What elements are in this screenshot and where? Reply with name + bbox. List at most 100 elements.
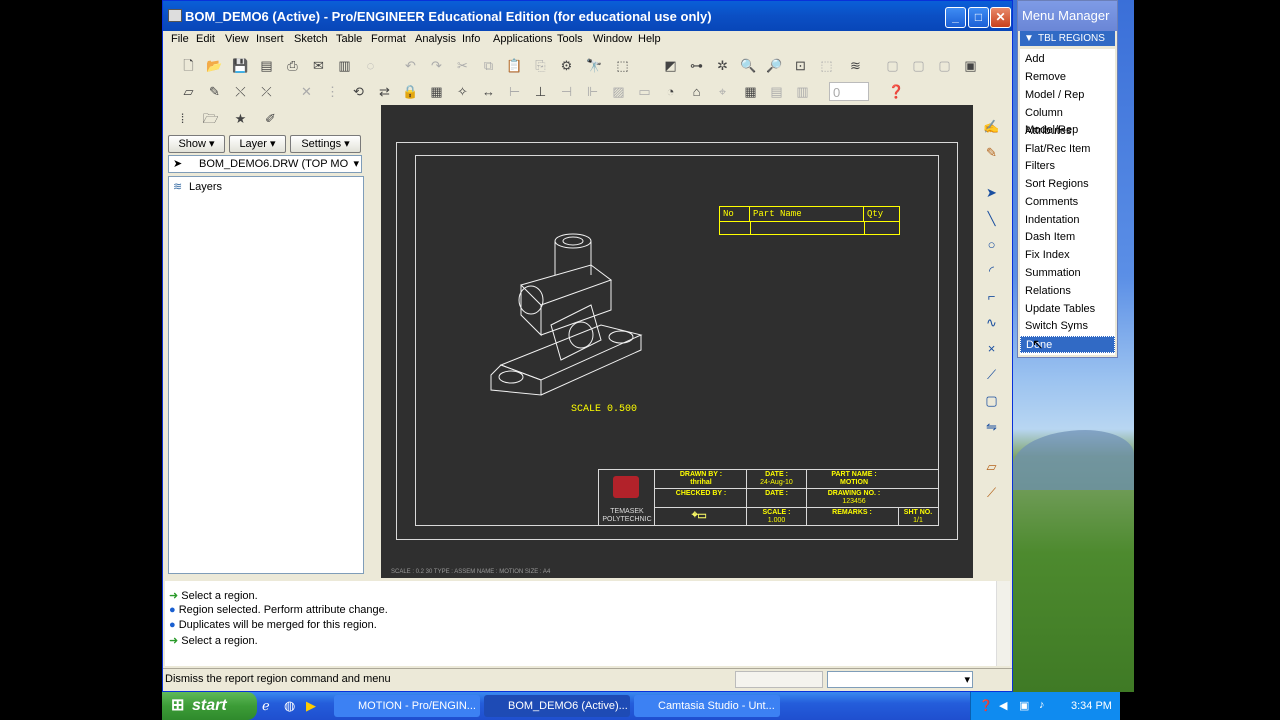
favorites-tab-icon[interactable]: ★ bbox=[231, 109, 250, 128]
select-arrow-icon[interactable]: ➤ bbox=[982, 183, 1001, 202]
select-box-icon[interactable]: ⬚ bbox=[613, 56, 632, 75]
spline-tool-icon[interactable]: ∿ bbox=[982, 313, 1001, 332]
view-scale-note[interactable]: SCALE 0.500 bbox=[571, 404, 637, 415]
mm-item-indentation[interactable]: Indentation bbox=[1020, 212, 1115, 229]
model-tree-tab-icon[interactable]: ⁞ bbox=[173, 109, 192, 128]
mm-item-model-rep[interactable]: Model / Rep bbox=[1020, 87, 1115, 104]
sketch-tools-icon[interactable]: ✍ bbox=[982, 117, 1001, 136]
maximize-button[interactable]: □ bbox=[968, 7, 989, 28]
construction-line-icon[interactable]: ⟋ bbox=[982, 483, 1001, 502]
mm-item-dash-item[interactable]: Dash Item bbox=[1020, 229, 1115, 246]
draft-line-icon[interactable]: ⏥ bbox=[179, 82, 198, 101]
mm-item-comments[interactable]: Comments bbox=[1020, 194, 1115, 211]
redo-icon[interactable]: ↷ bbox=[427, 56, 446, 75]
save-icon[interactable]: 💾 bbox=[231, 56, 250, 75]
cut-icon[interactable]: ✂ bbox=[453, 56, 472, 75]
monitor-tray-icon[interactable]: ▣ bbox=[1019, 699, 1029, 712]
align-right-icon[interactable]: ⊣ bbox=[557, 82, 576, 101]
filter-combo[interactable]: ▾ bbox=[827, 671, 973, 688]
assembly-view[interactable] bbox=[481, 225, 661, 415]
paste-special-icon[interactable]: ⎘ bbox=[531, 56, 550, 75]
view-manager-icon[interactable]: ▢ bbox=[883, 56, 902, 75]
gtol-icon[interactable]: ⌖ bbox=[713, 82, 732, 101]
split-cells-icon[interactable]: ▥ bbox=[793, 82, 812, 101]
zoom-out-icon[interactable]: 🔎 bbox=[765, 56, 784, 75]
print-icon[interactable]: ⎙ bbox=[283, 56, 302, 75]
chevron-down-icon[interactable]: ▾ bbox=[964, 673, 970, 686]
open-folder-icon[interactable]: 📂 bbox=[205, 56, 224, 75]
arrow-move-icon[interactable]: ⇄ bbox=[375, 82, 394, 101]
tree-item-layers[interactable]: Layers bbox=[189, 181, 222, 193]
clock[interactable]: 3:34 PM bbox=[1071, 700, 1112, 712]
arc-tool-icon[interactable]: ◜ bbox=[982, 261, 1001, 280]
menu-window[interactable]: Window bbox=[593, 33, 632, 45]
balloon-icon[interactable]: ◔ bbox=[661, 82, 680, 101]
export-icon[interactable]: ▥ bbox=[335, 56, 354, 75]
zoom-in-icon[interactable]: 🔍 bbox=[739, 56, 758, 75]
align-center-icon[interactable]: ⊥ bbox=[531, 82, 550, 101]
point-tool-icon[interactable]: × bbox=[982, 339, 1001, 358]
table-icon[interactable]: ▦ bbox=[427, 82, 446, 101]
help-tray-icon[interactable]: ❓ bbox=[979, 699, 993, 712]
mm-item-attributes[interactable]: Attributes bbox=[1020, 123, 1115, 140]
settings-gear-icon[interactable]: ✲ bbox=[713, 56, 732, 75]
model-combo[interactable]: ➤ BOM_DEMO6.DRW (TOP MOD ▾ bbox=[168, 155, 362, 173]
trim-icon[interactable]: ⤫ bbox=[257, 82, 276, 101]
menu-edit[interactable]: Edit bbox=[196, 33, 215, 45]
zoom-fit-icon[interactable]: ⊡ bbox=[791, 56, 810, 75]
find-icon[interactable]: 🔭 bbox=[585, 56, 604, 75]
note-icon[interactable]: ▭ bbox=[635, 82, 654, 101]
saved-views-icon[interactable]: ▢ bbox=[909, 56, 928, 75]
snap-icon[interactable]: ⤬ bbox=[231, 82, 250, 101]
mm-item-filters[interactable]: Filters bbox=[1020, 158, 1115, 175]
menu-analysis[interactable]: Analysis bbox=[415, 33, 456, 45]
mm-item-sort-regions[interactable]: Sort Regions bbox=[1020, 176, 1115, 193]
mm-item-flat-rec-item[interactable]: Flat/Rec Item bbox=[1020, 141, 1115, 158]
title-bar[interactable]: BOM_DEMO6 (Active) - Pro/ENGINEER Educat… bbox=[163, 1, 1012, 31]
layer-dropdown[interactable]: Layer ▾ bbox=[229, 135, 286, 153]
title-block[interactable]: TEMASEK POLYTECHNIC DRAWN BY : thrihal C… bbox=[598, 469, 939, 526]
pdf-icon[interactable]: ▤ bbox=[257, 56, 276, 75]
menu-view[interactable]: View bbox=[225, 33, 249, 45]
arrow-tray-icon[interactable]: ◀ bbox=[999, 699, 1007, 712]
graphics-window[interactable]: SCALE 0.500 No Part Name Qty TEMASEK POL… bbox=[381, 105, 973, 578]
merge-cells-icon[interactable]: ▤ bbox=[767, 82, 786, 101]
context-help-icon[interactable]: ❓ bbox=[887, 82, 906, 101]
menu-tools[interactable]: Tools bbox=[557, 33, 583, 45]
menu-format[interactable]: Format bbox=[371, 33, 406, 45]
menu-info[interactable]: Info bbox=[462, 33, 480, 45]
rotate-icon[interactable]: ⟲ bbox=[349, 82, 368, 101]
chevron-down-icon[interactable]: ▾ bbox=[353, 156, 359, 172]
mm-item-remove[interactable]: Remove bbox=[1020, 69, 1115, 86]
lock-icon[interactable]: 🔒 bbox=[401, 82, 420, 101]
message-scrollbar[interactable] bbox=[996, 581, 1010, 666]
mm-item-summation[interactable]: Summation bbox=[1020, 265, 1115, 282]
volume-tray-icon[interactable]: ♪ bbox=[1039, 699, 1045, 711]
layers-icon[interactable]: ≋ bbox=[846, 56, 865, 75]
regenerate-icon[interactable]: ⚙ bbox=[557, 56, 576, 75]
sketch-pen-icon[interactable]: ✎ bbox=[205, 82, 224, 101]
new-file-icon[interactable]: 🗋 bbox=[179, 56, 198, 75]
mm-item-add[interactable]: Add bbox=[1020, 51, 1115, 68]
bom-table[interactable]: No Part Name Qty bbox=[719, 206, 900, 235]
menu-help[interactable]: Help bbox=[638, 33, 661, 45]
menu-insert[interactable]: Insert bbox=[256, 33, 284, 45]
paste-icon[interactable]: 📋 bbox=[505, 56, 524, 75]
mirror-tool-icon[interactable]: ⇋ bbox=[982, 417, 1001, 436]
display-style-icon[interactable]: ▢ bbox=[935, 56, 954, 75]
circle-tool-icon[interactable]: ○ bbox=[982, 235, 1001, 254]
mm-item-switch-syms[interactable]: Switch Syms bbox=[1020, 318, 1115, 335]
dimension-icon[interactable]: ↔ bbox=[479, 82, 498, 101]
minimize-button[interactable]: _ bbox=[945, 7, 966, 28]
menu-file[interactable]: File bbox=[171, 33, 189, 45]
line-tool-icon[interactable]: ╲ bbox=[982, 209, 1001, 228]
tbl-regions-header[interactable]: ▼ TBL REGIONS bbox=[1020, 31, 1115, 46]
menu-sketch[interactable]: Sketch bbox=[294, 33, 328, 45]
axis-icon[interactable]: ⋮ bbox=[323, 82, 342, 101]
fillet-tool-icon[interactable]: ⌐ bbox=[982, 287, 1001, 306]
sheet-setup-icon[interactable]: ◩ bbox=[661, 56, 680, 75]
symbol-icon[interactable]: ⌂ bbox=[687, 82, 706, 101]
parallelogram-icon[interactable]: ▱ bbox=[982, 457, 1001, 476]
task-bom-demo6[interactable]: BOM_DEMO6 (Active)... bbox=[484, 695, 630, 717]
repaint-icon[interactable]: ⬚ bbox=[817, 56, 836, 75]
